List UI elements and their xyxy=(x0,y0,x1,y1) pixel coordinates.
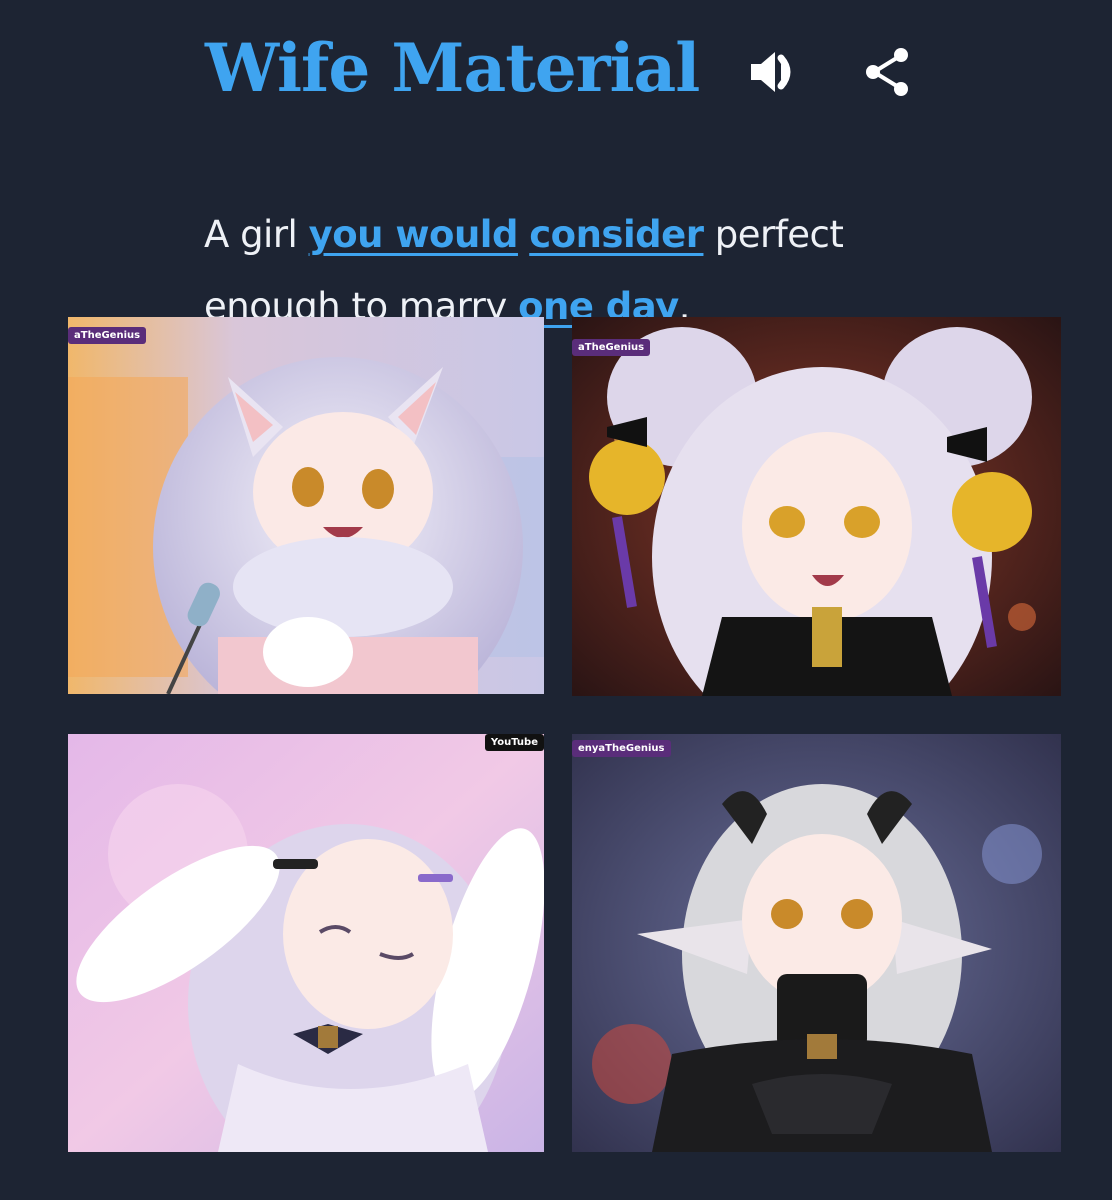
page: Wife Material A girl you would consider … xyxy=(0,0,1112,1200)
speaker-button[interactable] xyxy=(743,40,807,104)
definition-space xyxy=(518,213,529,256)
watermark: aTheGenius xyxy=(572,339,651,356)
image-2[interactable]: aTheGenius xyxy=(572,317,1061,696)
watermark: aTheGenius xyxy=(68,327,147,344)
title-row: Wife Material xyxy=(205,18,700,118)
share-icon xyxy=(866,48,908,96)
anime-bunny-girl-image xyxy=(68,734,544,1152)
anime-dark-outfit-girl-image xyxy=(572,734,1061,1152)
image-4[interactable]: enyaTheGenius xyxy=(572,734,1061,1152)
image-3[interactable]: YouTube xyxy=(68,734,544,1152)
image-1[interactable]: aTheGenius xyxy=(68,317,544,694)
definition-part: A girl xyxy=(204,213,309,256)
anime-bell-girl-image xyxy=(572,317,1061,696)
watermark: YouTube xyxy=(484,734,544,751)
speaker-volume-icon xyxy=(751,52,791,92)
word-title[interactable]: Wife Material xyxy=(205,29,700,107)
watermark: enyaTheGenius xyxy=(572,740,671,757)
link-consider[interactable]: consider xyxy=(529,213,704,256)
share-button[interactable] xyxy=(856,40,920,104)
link-you-would[interactable]: you would xyxy=(309,213,519,256)
anime-cat-girl-image xyxy=(68,317,544,694)
